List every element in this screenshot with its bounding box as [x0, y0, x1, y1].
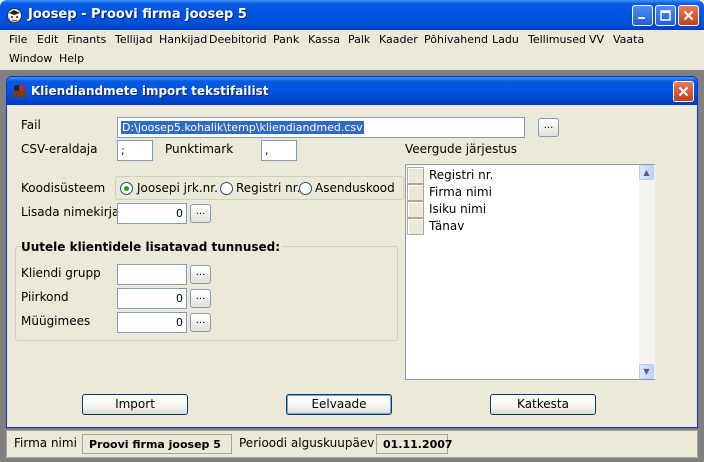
menu-tellimused[interactable]: Tellimused — [528, 33, 586, 46]
dialog-title: Kliendiandmete import tekstifailist — [31, 84, 269, 98]
dialog-icon — [11, 82, 28, 99]
list-item-handle[interactable] — [407, 167, 424, 184]
maximize-button[interactable] — [655, 5, 676, 26]
region-label: Piirkond — [21, 290, 69, 304]
menu-edit[interactable]: Edit — [37, 33, 58, 46]
csv-separator-label: CSV-eraldaja — [21, 142, 98, 156]
status-period-value: 01.11.2007 — [376, 434, 453, 454]
menu-pohivahend[interactable]: Põhivahend — [424, 33, 488, 46]
menu-kassa[interactable]: Kassa — [308, 33, 340, 46]
client-group-browse-button[interactable]: ... — [190, 265, 211, 284]
column-order-list[interactable]: Registri nr. Firma nimi Isiku nimi Tänav… — [405, 164, 655, 380]
browse-file-button[interactable]: ... — [538, 118, 559, 137]
radio-joosepi-jrk-label[interactable]: Joosepi jrk.nr. — [137, 181, 218, 195]
maximize-icon — [660, 10, 671, 21]
menu-tellijad[interactable]: Tellijad — [115, 33, 153, 46]
list-item-label: Registri nr. — [429, 168, 494, 182]
scroll-down-button[interactable]: ▼ — [639, 364, 654, 379]
list-item[interactable]: Isiku nimi — [407, 201, 627, 218]
dialog-close-button[interactable] — [673, 81, 694, 102]
scroll-up-button[interactable]: ▲ — [639, 165, 654, 180]
fail-label: Fail — [21, 118, 41, 132]
menu-palk[interactable]: Palk — [348, 33, 370, 46]
close-icon — [678, 86, 689, 97]
cancel-button[interactable]: Katkesta — [490, 394, 596, 415]
minimize-button[interactable] — [632, 5, 653, 26]
add-to-list-input[interactable]: 0 — [117, 203, 187, 224]
csv-separator-input[interactable]: ; — [117, 140, 153, 161]
close-icon — [683, 10, 694, 21]
menu-window[interactable]: Window — [9, 52, 52, 65]
list-item-label: Isiku nimi — [429, 202, 487, 216]
menu-deebitorid[interactable]: Deebitorid — [209, 33, 267, 46]
add-to-list-label: Lisada nimekirja — [21, 205, 120, 219]
decimal-mark-input[interactable]: , — [261, 140, 297, 161]
status-firm-label: Firma nimi — [14, 436, 77, 450]
menu-file[interactable]: File — [9, 33, 27, 46]
menu-vaata[interactable]: Vaata — [613, 33, 644, 46]
decimal-mark-label: Punktimark — [165, 142, 234, 156]
salesperson-label: Müügimees — [21, 314, 91, 328]
list-item[interactable]: Registri nr. — [407, 167, 627, 184]
menu-hankijad[interactable]: Hankijad — [159, 33, 207, 46]
radio-asenduskood[interactable] — [299, 182, 312, 195]
file-path-value: D:\joosep5.kohalik\temp\kliendiandmed.cs… — [121, 121, 364, 134]
menu-help[interactable]: Help — [59, 52, 84, 65]
region-input[interactable]: 0 — [117, 288, 187, 309]
menu-bar: File Edit Finants Tellijad Hankijad Deeb… — [0, 30, 704, 70]
app-icon — [6, 7, 23, 24]
close-button[interactable] — [678, 5, 699, 26]
menu-vv[interactable]: VV — [589, 33, 604, 46]
radio-joosepi-jrk[interactable] — [120, 182, 133, 195]
menu-ladu[interactable]: Ladu — [492, 33, 519, 46]
salesperson-browse-button[interactable]: ... — [190, 313, 211, 332]
client-group-input[interactable] — [117, 264, 187, 285]
group-title: Uutele klientidele lisatavad tunnused: — [21, 240, 283, 254]
window-title: Joosep - Proovi firma joosep 5 — [28, 7, 247, 22]
column-order-label: Veergude järjestus — [405, 142, 517, 156]
status-period-label: Perioodi alguskuupäev — [239, 436, 375, 450]
list-item-label: Firma nimi — [429, 185, 492, 199]
import-button[interactable]: Import — [82, 394, 188, 415]
code-system-label: Koodisüsteem — [21, 181, 106, 195]
file-path-input[interactable]: D:\joosep5.kohalik\temp\kliendiandmed.cs… — [117, 117, 525, 138]
region-browse-button[interactable]: ... — [190, 289, 211, 308]
radio-registri-nr[interactable] — [220, 182, 233, 195]
list-item-label: Tänav — [429, 219, 465, 233]
status-firm-value: Proovi firma joosep 5 — [82, 434, 232, 454]
client-group-label: Kliendi grupp — [21, 266, 101, 280]
menu-finants[interactable]: Finants — [67, 33, 106, 46]
list-item-handle[interactable] — [407, 201, 424, 218]
list-item[interactable]: Firma nimi — [407, 184, 627, 201]
radio-asenduskood-label[interactable]: Asenduskood — [315, 181, 395, 195]
list-item[interactable]: Tänav — [407, 218, 627, 235]
menu-pank[interactable]: Pank — [273, 33, 299, 46]
add-to-list-browse-button[interactable]: ... — [190, 204, 211, 223]
salesperson-input[interactable]: 0 — [117, 312, 187, 333]
radio-registri-nr-label[interactable]: Registri nr. — [236, 181, 300, 195]
preview-button[interactable]: Eelvaade — [286, 394, 392, 415]
list-item-handle[interactable] — [407, 184, 424, 201]
list-scrollbar[interactable]: ▲ ▼ — [639, 165, 655, 379]
list-item-handle[interactable] — [407, 218, 424, 235]
menu-kaader[interactable]: Kaader — [379, 33, 418, 46]
minimize-icon — [638, 17, 645, 19]
